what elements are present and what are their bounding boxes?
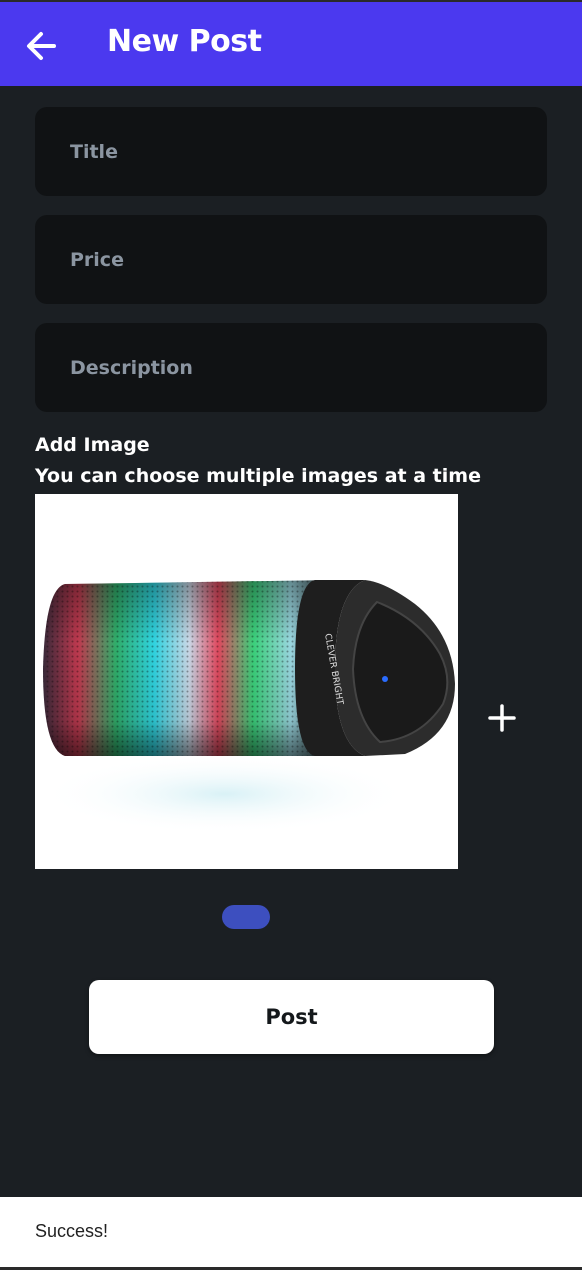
price-input[interactable]	[35, 215, 547, 304]
add-image-button[interactable]	[482, 698, 522, 738]
add-image-hint: You can choose multiple images at a time	[35, 465, 481, 487]
back-button[interactable]	[22, 26, 62, 66]
page-title: New Post	[107, 24, 262, 59]
price-field	[35, 215, 547, 304]
title-input[interactable]	[35, 107, 547, 196]
image-page-indicator	[222, 905, 270, 929]
add-image-label: Add Image	[35, 434, 150, 456]
description-field	[35, 323, 547, 412]
plus-icon	[488, 704, 516, 732]
snackbar-message: Success!	[35, 1221, 109, 1241]
app-bar: New Post	[0, 0, 582, 86]
post-button[interactable]: Post	[89, 980, 494, 1054]
speaker-image: CLEVER BRIGHT	[35, 494, 458, 869]
description-input[interactable]	[35, 323, 547, 412]
title-field	[35, 107, 547, 196]
snackbar: Success!	[0, 1197, 582, 1270]
selected-image[interactable]: CLEVER BRIGHT	[35, 494, 458, 869]
arrow-left-icon	[27, 32, 56, 60]
